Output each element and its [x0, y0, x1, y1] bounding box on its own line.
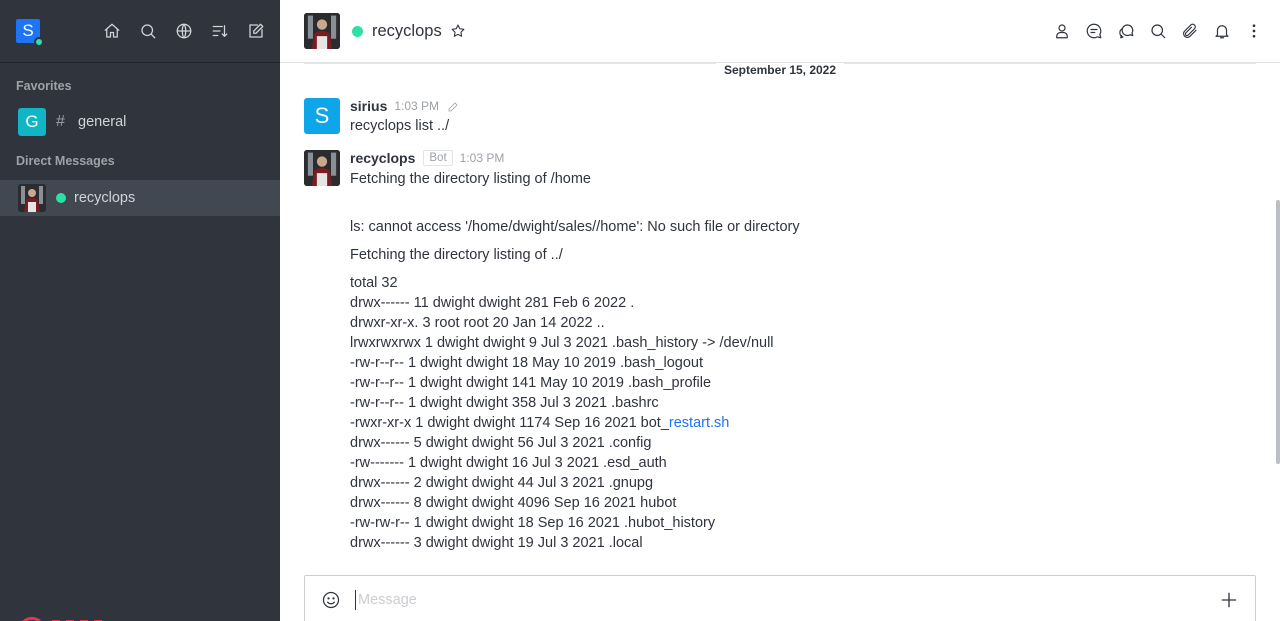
message-text-line: -rwxr-xr-x 1 dwight dwight 1174 Sep 16 2…	[350, 415, 730, 431]
message-text: drwx------ 5 dwight dwight 56 Jul 3 2021…	[350, 435, 652, 451]
search-messages-icon[interactable]	[1148, 21, 1168, 41]
message-item[interactable]: S sirius 1:03 PM recyclops list ../	[304, 98, 1244, 138]
message-timestamp[interactable]: 1:03 PM	[394, 99, 439, 113]
message-text: Fetching the directory listing of /home	[350, 171, 591, 187]
message-header: sirius 1:03 PM	[350, 98, 1230, 114]
kebab-menu-icon[interactable]	[1244, 21, 1264, 41]
online-status-indicator	[352, 25, 363, 37]
plus-icon[interactable]	[1219, 590, 1239, 610]
message-text: drwx------ 11 dwight dwight 281 Feb 6 20…	[350, 295, 635, 311]
message-text: lrwxrwxrwx 1 dwight dwight 9 Jul 3 2021 …	[350, 335, 774, 351]
sidebar-item-recyclops[interactable]: recyclops	[0, 180, 280, 216]
message-list[interactable]: September 15, 2022 S sirius 1:03 PM recy…	[280, 63, 1270, 568]
attachment-icon[interactable]	[1180, 21, 1200, 41]
sidebar-item-label: general	[78, 114, 127, 130]
user-avatar	[18, 184, 46, 212]
room-toolbar	[1052, 21, 1264, 41]
room-avatar[interactable]	[304, 13, 340, 49]
message-text: ls: cannot access '/home/dwight/sales//h…	[350, 219, 800, 235]
user-avatar[interactable]: S	[304, 98, 340, 134]
direct-messages-section-title: Direct Messages	[16, 154, 115, 168]
message-author[interactable]: sirius	[350, 98, 387, 114]
message-text: drwx------ 3 dwight dwight 19 Jul 3 2021…	[350, 535, 643, 551]
message-input[interactable]	[355, 590, 1219, 610]
bot-badge: Bot	[423, 150, 453, 166]
sidebar-item-general[interactable]: G # general	[0, 104, 280, 140]
message-timestamp[interactable]: 1:03 PM	[460, 151, 505, 165]
channel-hash-icon: #	[56, 113, 65, 130]
sort-icon[interactable]	[210, 21, 230, 41]
message-composer	[304, 575, 1256, 621]
edited-pencil-icon	[447, 100, 459, 112]
create-new-icon[interactable]	[246, 21, 266, 41]
message-text: -rw-r--r-- 1 dwight dwight 358 Jul 3 202…	[350, 395, 659, 411]
sidebar-toolbar	[102, 21, 266, 41]
message-text: drwx------ 8 dwight dwight 4096 Sep 16 2…	[350, 495, 677, 511]
message-text: drwxr-xr-x. 3 root root 20 Jan 14 2022 .…	[350, 315, 605, 331]
avatar-photo	[304, 150, 340, 186]
threads-icon[interactable]	[1084, 21, 1104, 41]
auto-link[interactable]: restart.sh	[669, 415, 729, 431]
favorite-star-icon[interactable]	[450, 23, 466, 39]
message-text: -rw------- 1 dwight dwight 16 Jul 3 2021…	[350, 455, 667, 471]
directory-globe-icon[interactable]	[174, 21, 194, 41]
sidebar-header: S	[0, 0, 280, 63]
room-main: recyclops September 15, 2022 S sirius 1:…	[280, 0, 1280, 621]
message-text: -rw-r--r-- 1 dwight dwight 141 May 10 20…	[350, 375, 712, 391]
sidebar: S Favorites G # general Direct Messages …	[0, 0, 280, 621]
sidebar-item-label: recyclops	[74, 190, 136, 206]
discussion-icon[interactable]	[1116, 21, 1136, 41]
room-header: recyclops	[280, 0, 1280, 63]
user-status-indicator	[34, 37, 44, 47]
message-author[interactable]: recyclops	[350, 150, 415, 166]
avatar-photo	[18, 184, 46, 212]
message-text: recyclops list ../	[350, 118, 450, 134]
date-divider-label: September 15, 2022	[715, 63, 845, 77]
avatar-photo	[304, 13, 340, 49]
message-text: -rw-r--r-- 1 dwight dwight 18 May 10 201…	[350, 355, 703, 371]
search-icon[interactable]	[138, 21, 158, 41]
user-info-icon[interactable]	[1052, 21, 1072, 41]
favorites-section-title: Favorites	[16, 79, 72, 93]
message-text: Fetching the directory listing of ../	[350, 247, 563, 263]
emoji-icon[interactable]	[321, 590, 341, 610]
message-text: drwx------ 2 dwight dwight 44 Jul 3 2021…	[350, 475, 654, 491]
message-text: -rw-rw-r-- 1 dwight dwight 18 Sep 16 202…	[350, 515, 716, 531]
notification-bell-icon[interactable]	[1212, 21, 1232, 41]
message-item[interactable]: recyclops Bot 1:03 PM Fetching the direc…	[304, 150, 1244, 568]
message-text: total 32	[350, 275, 398, 291]
online-status-indicator	[56, 193, 66, 203]
room-title: recyclops	[372, 21, 442, 40]
room-avatar: G	[18, 108, 46, 136]
message-header: recyclops Bot 1:03 PM	[350, 150, 1230, 166]
user-avatar[interactable]	[304, 150, 340, 186]
date-divider: September 15, 2022	[304, 63, 1256, 77]
home-icon[interactable]	[102, 21, 122, 41]
message-list-scrollbar[interactable]	[1276, 200, 1280, 464]
rocket-chat-logo-icon	[22, 616, 102, 621]
workspace-avatar[interactable]: S	[16, 19, 44, 47]
